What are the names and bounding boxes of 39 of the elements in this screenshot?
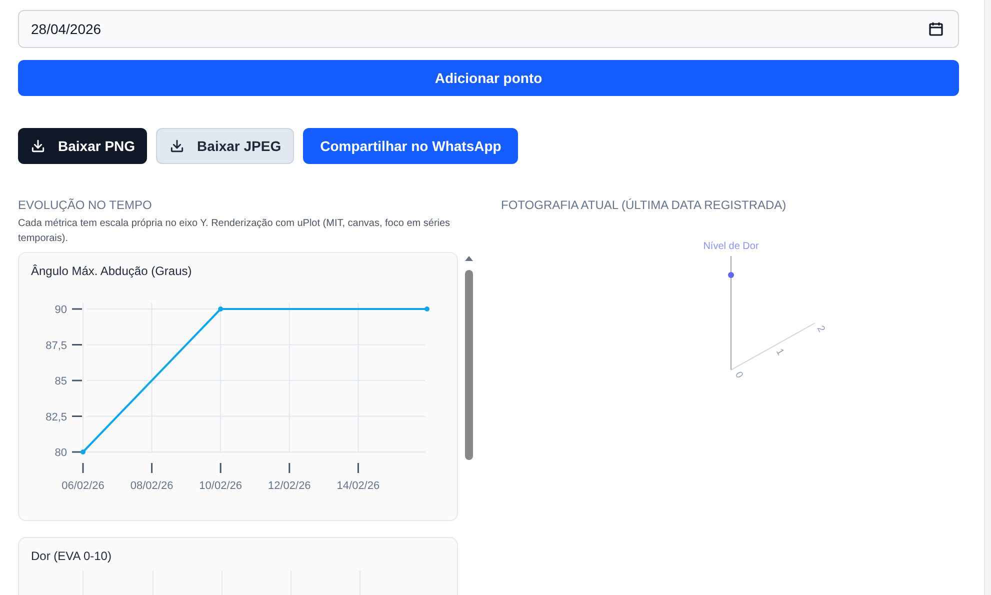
axis-label: Nível de Dor bbox=[703, 241, 759, 252]
tick-mark bbox=[288, 463, 290, 473]
section-title: EVOLUÇÃO NO TEMPO bbox=[18, 197, 153, 213]
download-icon bbox=[30, 138, 46, 154]
tick-label: 0 bbox=[732, 370, 745, 380]
tick-mark bbox=[72, 380, 82, 382]
tick-mark bbox=[220, 463, 222, 473]
tick-mark bbox=[72, 308, 82, 310]
add-point-button[interactable]: Adicionar ponto bbox=[18, 60, 959, 96]
data-point bbox=[424, 306, 430, 312]
section-title: FOTOGRAFIA ATUAL (ÚLTIMA DATA REGISTRADA) bbox=[501, 197, 788, 213]
export-button[interactable]: Compartilhar no WhatsApp bbox=[303, 128, 518, 164]
chart-title: Dor (EVA 0-10) bbox=[30, 548, 112, 565]
x-tick-label: 08/02/26 bbox=[130, 480, 174, 492]
tick-mark bbox=[357, 463, 359, 473]
calendar-icon[interactable] bbox=[929, 22, 943, 36]
export-button[interactable]: Baixar JPEG bbox=[156, 128, 294, 164]
y-tick-label: 90 bbox=[54, 304, 67, 316]
y-tick-label: 80 bbox=[54, 447, 67, 459]
y-tick-label: 85 bbox=[54, 376, 67, 388]
export-button[interactable]: Baixar PNG bbox=[18, 128, 148, 164]
data-point bbox=[218, 306, 224, 312]
tick-mark bbox=[72, 344, 82, 346]
x-tick-label: 14/02/26 bbox=[336, 480, 380, 492]
y-tick-label: 82,5 bbox=[46, 411, 67, 424]
tick-label: 2 bbox=[814, 324, 827, 334]
x-tick-label: 10/02/26 bbox=[199, 480, 242, 492]
date-field[interactable]: 28/04/2026 bbox=[18, 10, 959, 48]
tick-label: 1 bbox=[773, 347, 786, 358]
y-tick-label: 87,5 bbox=[46, 340, 67, 352]
tick-mark bbox=[151, 463, 153, 473]
section-description: Cada métrica tem escala própria no eixo Y. Renderização com uPlot (MIT, canvas, foco em séries temporais). bbox=[18, 217, 452, 246]
x-tick-label: 06/02/26 bbox=[62, 480, 104, 492]
x-tick-label: 12/02/26 bbox=[268, 480, 311, 492]
tick-mark bbox=[72, 416, 82, 417]
data-point bbox=[80, 450, 86, 454]
download-icon bbox=[169, 138, 186, 154]
data-point bbox=[728, 272, 734, 278]
chart-title: Ângulo Máx. Abdução (Graus) bbox=[30, 263, 193, 280]
